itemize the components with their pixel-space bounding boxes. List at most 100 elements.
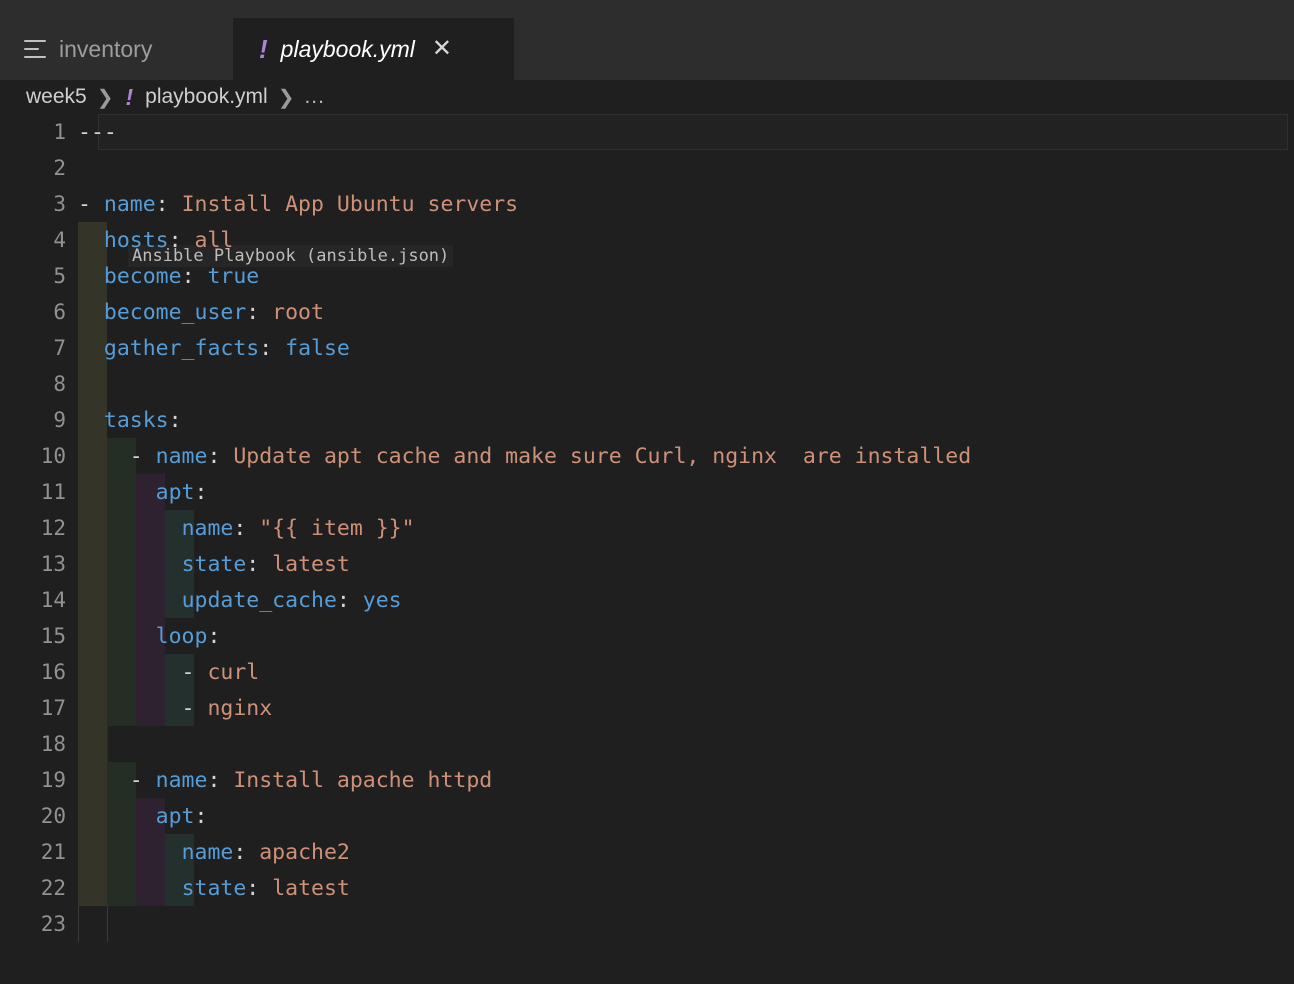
indent-guide [107,726,108,762]
code-line[interactable]: 22 state: latest [0,870,1294,906]
code-line-content [78,906,1294,942]
line-number: 18 [40,732,66,756]
indent-guide [78,906,79,942]
code-token: root [272,299,324,325]
code-token: curl [207,659,260,685]
code-line-content: loop: [78,618,1294,654]
code-token: apt [155,479,195,505]
breadcrumb-item-playbook-yml[interactable]: playbook.yml [145,85,268,109]
tab-inventory-label: inventory [59,35,153,62]
window-top-strip [0,0,1294,18]
code-line-content: state: latest [78,870,1294,906]
tab-inventory[interactable]: inventory [0,18,233,80]
code-line[interactable]: 7 gather_facts: false [0,330,1294,366]
code-token: name [103,191,156,217]
code-line[interactable]: 17 - nginx [0,690,1294,726]
code-line[interactable]: 18 [0,726,1294,762]
code-token: - [78,191,104,217]
code-line[interactable]: 19 - name: Install apache httpd [0,762,1294,798]
indent-guide [78,726,107,762]
tab-playbook-yml[interactable]: ! playbook.yml ✕ [233,18,514,80]
code-line[interactable]: 8 [0,366,1294,402]
code-text: - name: Update apt cache and make sure C… [78,444,971,469]
yaml-exclamation-icon: ! [259,34,268,64]
code-token: apache2 [259,839,350,865]
line-number: 15 [40,624,66,648]
code-text: apt: [78,479,208,505]
code-editor[interactable]: Ansible Playbook (ansible.json) 1 --- 2 3- … [0,114,1294,942]
code-token: Install apache httpd [233,767,493,793]
line-number: 19 [40,768,66,792]
list-lines-icon [24,40,46,58]
code-token: tasks [103,407,169,433]
code-token: nginx [207,695,273,721]
code-token: - [78,659,208,685]
code-token: - [78,443,156,469]
line-number: 14 [40,588,66,612]
line-number: 23 [40,912,66,936]
code-token: true [207,263,260,289]
line-number: 13 [40,552,66,576]
code-line[interactable]: 14 update_cache: yes [0,582,1294,618]
code-token: : [194,479,208,505]
code-line[interactable]: 23 [0,906,1294,942]
code-line[interactable]: 21 name: apache2 [0,834,1294,870]
chevron-right-icon: ❯ [96,86,114,109]
line-number: 16 [40,660,66,684]
code-line[interactable]: 5 become: true [0,258,1294,294]
code-text: become_user: root [78,300,324,325]
code-line[interactable]: 12 name: "{{ item }}" [0,510,1294,546]
line-number: 2 [53,156,66,180]
code-token: yes [362,587,402,613]
code-line[interactable]: 6 become_user: root [0,294,1294,330]
code-line[interactable]: 4 hosts: all [0,222,1294,258]
code-text: - nginx [78,695,273,721]
code-token: : [336,587,363,613]
code-token: - [78,695,208,721]
code-line[interactable]: 15 loop: [0,618,1294,654]
breadcrumb-item-overflow[interactable]: ... [304,85,325,109]
code-line-content: name: "{{ item }}" [78,510,1294,546]
code-token: false [285,335,350,361]
code-token: Install App Ubuntu servers [181,191,519,217]
code-token: latest [272,875,350,901]
code-token: state [181,875,247,901]
code-token: : [155,191,182,217]
code-token: "{{ item }}" [259,515,415,541]
code-token: become [103,263,182,289]
code-token: all [194,227,234,253]
code-token: - [78,767,156,793]
code-line[interactable]: 9 tasks: [0,402,1294,438]
line-number: 9 [53,408,66,432]
code-line[interactable]: 20 apt: [0,798,1294,834]
code-line[interactable]: 1 --- [0,114,1294,150]
code-token: : [207,767,234,793]
close-icon[interactable]: ✕ [432,37,452,61]
breadcrumb-item-week5[interactable]: week5 [26,85,87,109]
code-line[interactable]: 10 - name: Update apt cache and make sur… [0,438,1294,474]
line-number: 20 [40,804,66,828]
code-line-content [78,150,1294,186]
breadcrumb: week5 ❯ ! playbook.yml ❯ ... [0,80,1294,114]
code-token: : [168,227,195,253]
code-text: hosts: all [78,228,233,253]
code-token: become_user [103,299,247,325]
code-line[interactable]: 11 apt: [0,474,1294,510]
code-line-content: --- [78,114,1294,150]
line-number: 4 [53,228,66,252]
code-token: state [181,551,247,577]
code-line[interactable]: 16 - curl [0,654,1294,690]
code-text: - name: Install apache httpd [78,768,492,793]
line-number: 6 [53,300,66,324]
code-line[interactable]: 2 [0,150,1294,186]
code-text: gather_facts: false [78,336,350,361]
code-line[interactable]: 3- name: Install App Ubuntu servers [0,186,1294,222]
code-line[interactable]: 13 state: latest [0,546,1294,582]
code-token: latest [272,551,350,577]
code-token: : [246,299,273,325]
